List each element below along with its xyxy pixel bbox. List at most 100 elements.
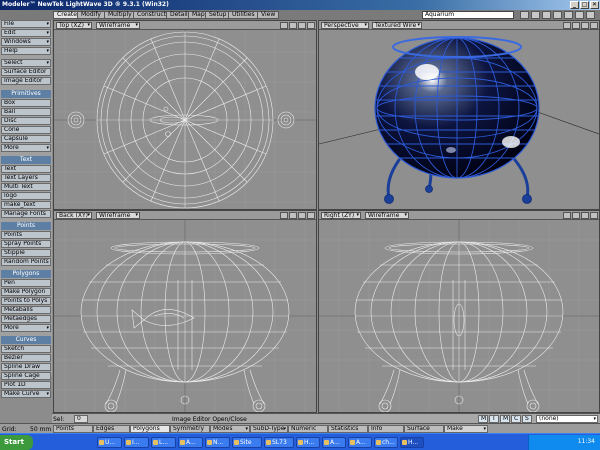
select-button[interactable]: Select [1,59,51,67]
tool-points[interactable]: Points [1,231,51,239]
viewport-move-icon[interactable] [563,212,571,219]
toolbar-icon-4[interactable] [553,11,562,19]
viewport-perspective[interactable]: Perspective Textured Wire [318,20,600,210]
viewport-right-view-select[interactable]: Right (ZY) [321,212,361,219]
tool-make-text[interactable]: make_text [1,201,51,209]
numeric-button[interactable]: Numeric [288,425,328,433]
tool-metaballs[interactable]: Metaballs [1,306,51,314]
viewport-rotate-icon[interactable] [572,22,580,29]
tool-random-points[interactable]: Random Points [1,258,51,266]
modes-dropdown[interactable]: Modes [210,425,250,433]
viewport-rotate-icon[interactable] [289,22,297,29]
viewport-top-mode-select[interactable]: Wireframe [96,22,140,29]
make-button[interactable]: Make [444,425,488,433]
toolbar-icon-3[interactable] [542,11,551,19]
taskbar-item-site[interactable]: Site [232,437,262,448]
tool-text-layers[interactable]: Text Layers [1,174,51,182]
tool-disc[interactable]: Disc [1,117,51,125]
viewport-right-mode-select[interactable]: Wireframe [365,212,409,219]
taskbar-item-9[interactable]: A... [322,437,346,448]
tool-sketch[interactable]: Sketch [1,345,51,353]
viewport-maximize-icon[interactable] [307,212,315,219]
viewport-maximize-icon[interactable] [307,22,315,29]
layer-s-button[interactable]: S [522,415,532,423]
mode-points[interactable]: Points [53,425,93,433]
close-button[interactable]: ✕ [590,1,599,9]
maximize-button[interactable]: □ [580,1,589,9]
polygons-more[interactable]: More [1,324,51,332]
toolbar-icon-7[interactable] [586,11,595,19]
tool-ball[interactable]: Ball [1,108,51,116]
menu-windows[interactable]: Windows [1,38,51,46]
surface-button[interactable]: Surface [404,425,444,433]
taskbar-item-lightwave[interactable]: H... [400,437,424,448]
tool-box[interactable]: Box [1,99,51,107]
tab-multiply[interactable]: Multiply [104,11,136,19]
viewport-zoom-icon[interactable] [298,212,306,219]
layer-select[interactable]: (none) [536,415,598,423]
subd-type-dropdown[interactable]: SubD-Type [250,425,288,433]
viewport-back-view-select[interactable]: Back (XY) [56,212,92,219]
primitives-more[interactable]: More [1,144,51,152]
tool-make-polygon[interactable]: Make Polygon [1,288,51,296]
statistics-button[interactable]: Statistics [328,425,368,433]
layer-m-button[interactable]: M [478,415,488,423]
viewport-zoom-icon[interactable] [581,22,589,29]
tool-make-curve[interactable]: Make Curve [1,390,51,398]
tab-modify[interactable]: Modify [77,11,105,19]
menu-file[interactable]: File [1,20,51,28]
viewport-right[interactable]: Right (ZY) Wireframe [318,210,600,413]
tool-capsule[interactable]: Capsule [1,135,51,143]
viewport-perspective-mode-select[interactable]: Textured Wire [372,22,422,29]
viewport-maximize-icon[interactable] [590,22,598,29]
layer-m2-button[interactable]: M [500,415,510,423]
viewport-top-view-select[interactable]: Top (XZ) [56,22,92,29]
tool-metaedges[interactable]: Metaedges [1,315,51,323]
taskbar-item-11[interactable]: ch... [374,437,398,448]
viewport-move-icon[interactable] [563,22,571,29]
start-button[interactable]: Start [0,435,33,450]
viewport-zoom-icon[interactable] [581,212,589,219]
tab-setup[interactable]: Setup [205,11,231,19]
tool-spline-cage[interactable]: Spline Cage [1,372,51,380]
tool-text[interactable]: Text [1,165,51,173]
viewport-move-icon[interactable] [280,22,288,29]
tool-plot-1d[interactable]: Plot 1D [1,381,51,389]
tool-stipple[interactable]: Stipple [1,249,51,257]
viewport-back-mode-select[interactable]: Wireframe [96,212,140,219]
toolbar-icon-1[interactable] [520,11,529,19]
taskbar-item-1[interactable]: U... [97,437,122,448]
tool-points-to-polys[interactable]: Points to Polys [1,297,51,305]
viewport-perspective-view-select[interactable]: Perspective [321,22,369,29]
viewport-rotate-icon[interactable] [572,212,580,219]
mode-edges[interactable]: Edges [93,425,130,433]
tool-pen[interactable]: Pen [1,279,51,287]
viewport-rotate-icon[interactable] [289,212,297,219]
tool-multi-text[interactable]: Multi Text [1,183,51,191]
minimize-button[interactable]: _ [570,1,579,9]
taskbar-item-5[interactable]: N... [205,437,230,448]
image-editor-button[interactable]: Image Editor [1,77,51,85]
menu-edit[interactable]: Edit [1,29,51,37]
tab-utilities[interactable]: Utilities [228,11,259,19]
viewport-back[interactable]: Back (XY) Wireframe [53,210,317,413]
taskbar-item-3[interactable]: L... [151,437,176,448]
tool-cone[interactable]: Cone [1,126,51,134]
mode-polygons[interactable]: Polygons [130,425,170,433]
symmetry-toggle[interactable]: Symmetry [170,425,210,433]
info-button[interactable]: Info [368,425,404,433]
layer-c-button[interactable]: C [511,415,521,423]
tab-construct[interactable]: Construct [133,11,171,19]
layer-t-button[interactable]: T [489,415,499,423]
taskbar-item-4[interactable]: A... [178,437,203,448]
tool-spline-draw[interactable]: Spline Draw [1,363,51,371]
taskbar-item-sl73[interactable]: SL73 [264,437,294,448]
tool-logo[interactable]: logo [1,192,51,200]
preset-select[interactable]: Aquarium [422,11,514,19]
taskbar-item-2[interactable]: I... [124,437,149,448]
toolbar-icon-6[interactable] [575,11,584,19]
viewport-zoom-icon[interactable] [298,22,306,29]
viewport-move-icon[interactable] [280,212,288,219]
menu-help[interactable]: Help [1,47,51,55]
toolbar-icon-5[interactable] [564,11,573,19]
